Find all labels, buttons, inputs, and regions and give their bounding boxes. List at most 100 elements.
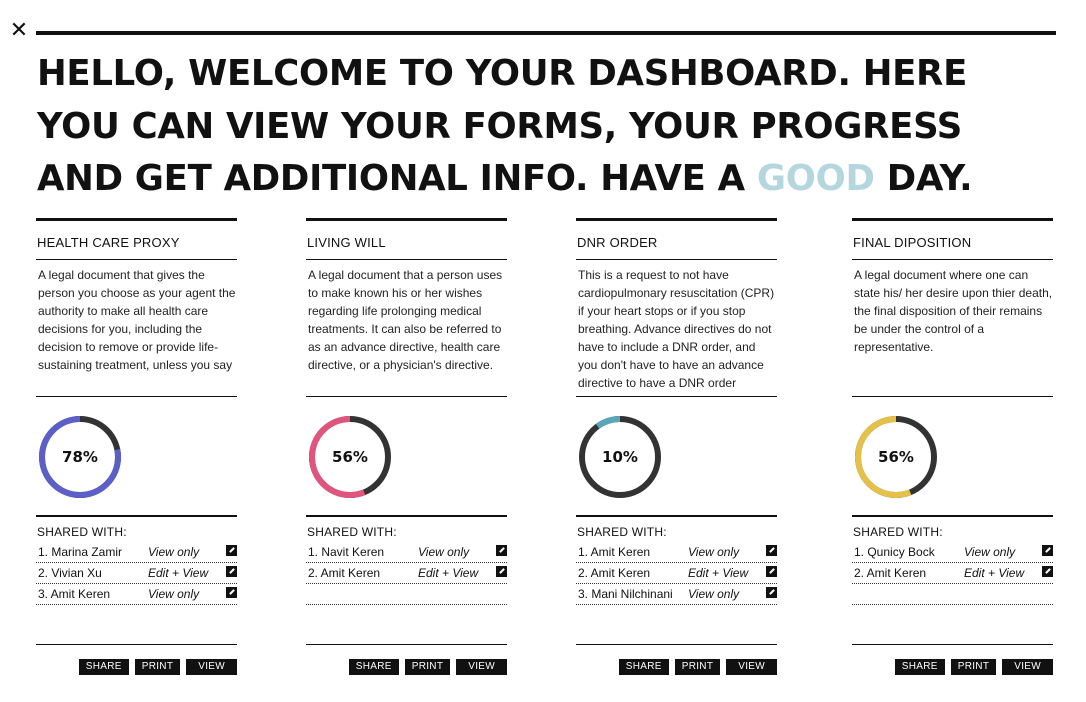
progress-ring: 78% — [38, 415, 122, 499]
progress-ring: 56% — [854, 415, 938, 499]
progress-percent: 56% — [878, 448, 914, 466]
shared-user-permission[interactable]: View only — [148, 545, 199, 559]
card-top-rule — [576, 218, 777, 221]
card-description: A legal document that gives the person y… — [38, 268, 236, 372]
shared-user-name: 1. Qunicy Bock — [854, 545, 935, 559]
view-button[interactable]: VIEW — [456, 659, 507, 675]
card-title: LIVING WILL — [307, 235, 386, 250]
card-description: A legal document that a person uses to m… — [308, 268, 503, 372]
card-description: This is a request to not have cardiopulm… — [578, 268, 775, 390]
shared-user-name: 2. Vivian Xu — [38, 566, 102, 580]
shared-user-row: 1. Marina Zamir View only — [36, 542, 237, 563]
card-actions: SHARE PRINT VIEW — [894, 659, 1053, 675]
card-top-rule — [36, 218, 237, 221]
card-divider — [36, 644, 237, 645]
shared-user-permission[interactable]: Edit + View — [964, 566, 1024, 580]
edit-icon[interactable] — [766, 587, 777, 598]
share-button[interactable]: SHARE — [78, 659, 129, 675]
close-icon[interactable]: ✕ — [8, 20, 30, 42]
card-divider — [36, 515, 237, 517]
shared-user-name: 1. Navit Keren — [308, 545, 385, 559]
shared-with-list: 1. Amit Keren View only 2. Amit Keren Edit … — [576, 542, 777, 605]
card-actions: SHARE PRINT VIEW — [618, 659, 777, 675]
shared-user-name: 1. Marina Zamir — [38, 545, 123, 559]
edit-icon[interactable] — [766, 566, 777, 577]
share-button[interactable]: SHARE — [894, 659, 945, 675]
edit-icon[interactable] — [226, 566, 237, 577]
shared-user-row: 2. Amit Keren Edit + View — [576, 563, 777, 584]
card-divider — [576, 644, 777, 645]
shared-user-row: 3. Amit Keren View only — [36, 584, 237, 605]
shared-user-name: 1. Amit Keren — [578, 545, 651, 559]
shared-with-label: SHARED WITH: — [577, 525, 667, 539]
shared-user-name: 2. Amit Keren — [308, 566, 381, 580]
view-button[interactable]: VIEW — [186, 659, 237, 675]
shared-user-permission[interactable]: View only — [964, 545, 1015, 559]
card-divider — [852, 396, 1053, 397]
top-divider — [36, 31, 1056, 35]
shared-user-permission[interactable]: View only — [418, 545, 469, 559]
shared-user-name: 3. Mani Nilchinani — [578, 587, 673, 601]
print-button[interactable]: PRINT — [404, 659, 451, 675]
print-button[interactable]: PRINT — [134, 659, 181, 675]
card-divider — [852, 644, 1053, 645]
shared-user-row: 1. Navit Keren View only — [306, 542, 507, 563]
card-divider — [576, 396, 777, 397]
progress-ring: 10% — [578, 415, 662, 499]
card-divider — [306, 515, 507, 517]
shared-user-permission[interactable]: View only — [688, 587, 739, 601]
card-top-rule — [852, 218, 1053, 221]
edit-icon[interactable] — [226, 545, 237, 556]
share-button[interactable]: SHARE — [348, 659, 399, 675]
card-divider — [852, 259, 1053, 260]
edit-icon[interactable] — [226, 587, 237, 598]
shared-with-list: 1. Qunicy Bock View only 2. Amit Keren Edit… — [852, 542, 1053, 605]
shared-user-row-empty — [306, 584, 507, 605]
shared-user-row: 2. Amit Keren Edit + View — [852, 563, 1053, 584]
shared-with-list: 1. Marina Zamir View only 2. Vivian Xu Edit… — [36, 542, 237, 605]
form-card-dnr-order: DNR ORDER This is a request to not have c… — [576, 218, 777, 680]
progress-percent: 56% — [332, 448, 368, 466]
card-actions: SHARE PRINT VIEW — [78, 659, 237, 675]
form-card-health-care-proxy: HEALTH CARE PROXY A legal document that g… — [36, 218, 237, 680]
card-title: HEALTH CARE PROXY — [37, 235, 180, 250]
edit-icon[interactable] — [1042, 545, 1053, 556]
headline-accent-word: GOOD — [756, 158, 875, 199]
edit-icon[interactable] — [766, 545, 777, 556]
shared-user-permission[interactable]: Edit + View — [148, 566, 208, 580]
card-divider — [306, 259, 507, 260]
shared-user-row: 1. Qunicy Bock View only — [852, 542, 1053, 563]
shared-user-name: 3. Amit Keren — [38, 587, 111, 601]
edit-icon[interactable] — [1042, 566, 1053, 577]
shared-user-permission[interactable]: View only — [148, 587, 199, 601]
card-divider — [306, 396, 507, 397]
print-button[interactable]: PRINT — [674, 659, 721, 675]
shared-user-permission[interactable]: Edit + View — [688, 566, 748, 580]
shared-with-label: SHARED WITH: — [853, 525, 943, 539]
view-button[interactable]: VIEW — [1002, 659, 1053, 675]
shared-user-permission[interactable]: View only — [688, 545, 739, 559]
progress-ring: 56% — [308, 415, 392, 499]
view-button[interactable]: VIEW — [726, 659, 777, 675]
card-divider — [576, 515, 777, 517]
form-card-living-will: LIVING WILL A legal document that a perso… — [306, 218, 507, 680]
shared-user-row: 2. Amit Keren Edit + View — [306, 563, 507, 584]
form-card-final-disposition: FINAL DIPOSITION A legal document where o… — [852, 218, 1053, 680]
shared-user-row: 2. Vivian Xu Edit + View — [36, 563, 237, 584]
print-button[interactable]: PRINT — [950, 659, 997, 675]
progress-percent: 10% — [602, 448, 638, 466]
shared-user-row: 1. Amit Keren View only — [576, 542, 777, 563]
card-top-rule — [306, 218, 507, 221]
shared-user-permission[interactable]: Edit + View — [418, 566, 478, 580]
card-divider — [36, 396, 237, 397]
shared-with-label: SHARED WITH: — [307, 525, 397, 539]
share-button[interactable]: SHARE — [618, 659, 669, 675]
edit-icon[interactable] — [496, 566, 507, 577]
shared-user-row-empty — [852, 584, 1053, 605]
card-actions: SHARE PRINT VIEW — [348, 659, 507, 675]
card-title: DNR ORDER — [577, 235, 658, 250]
shared-with-label: SHARED WITH: — [37, 525, 127, 539]
welcome-headline: HELLO, WELCOME TO YOUR DASHBOARD. HERE Y… — [37, 48, 1047, 206]
edit-icon[interactable] — [496, 545, 507, 556]
card-divider — [306, 644, 507, 645]
